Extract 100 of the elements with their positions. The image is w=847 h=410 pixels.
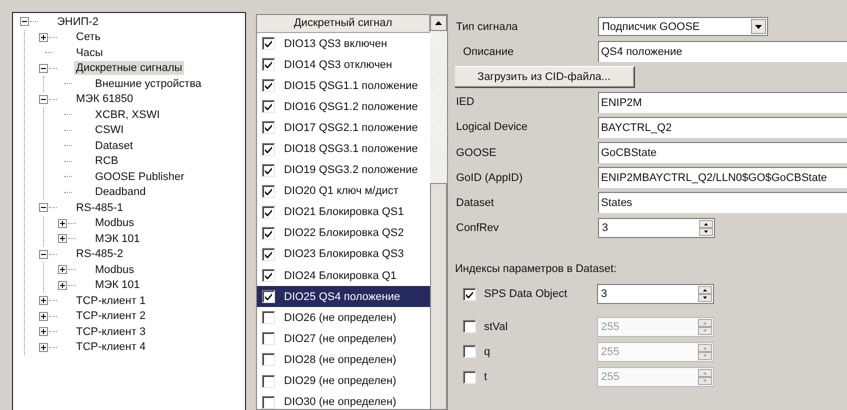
input-field[interactable]: GoCBState bbox=[598, 142, 847, 164]
expand-icon[interactable] bbox=[58, 265, 67, 274]
list-row[interactable]: DIO27 (не определен) bbox=[257, 328, 430, 350]
checkbox[interactable] bbox=[262, 100, 275, 114]
list-row[interactable]: DIO16 QSG1.2 положение bbox=[257, 96, 430, 118]
tree-item[interactable]: Внешние устройства bbox=[93, 76, 204, 91]
checkbox[interactable] bbox=[262, 332, 275, 346]
load-button[interactable]: Загрузить из CID-файла... bbox=[455, 66, 635, 88]
checkbox[interactable] bbox=[262, 79, 275, 92]
checkbox[interactable] bbox=[463, 288, 476, 301]
expand-icon[interactable] bbox=[39, 296, 48, 306]
input-field[interactable]: ENIP2M bbox=[598, 92, 847, 113]
tree-item[interactable]: RCB bbox=[93, 154, 120, 168]
tree-item[interactable]: GOOSE Publisher bbox=[93, 170, 186, 184]
tree-item[interactable]: CSWI bbox=[93, 123, 126, 138]
tree-item[interactable]: Dataset bbox=[93, 138, 135, 153]
checkbox[interactable] bbox=[262, 164, 275, 177]
list-row[interactable]: DIO20 Q1 ключ м/дист bbox=[257, 180, 430, 202]
scroll-up-icon[interactable] bbox=[430, 15, 447, 31]
tree-item[interactable]: Deadband bbox=[93, 185, 148, 200]
checkbox[interactable] bbox=[262, 184, 275, 198]
collapse-icon[interactable] bbox=[39, 94, 48, 104]
list-row[interactable]: DIO28 (не определен) bbox=[257, 349, 430, 370]
list-row[interactable]: DIO24 Блокировка Q1 bbox=[257, 265, 430, 286]
checkbox[interactable] bbox=[262, 269, 275, 282]
tree-item[interactable]: TCP-клиент 3 bbox=[74, 324, 148, 339]
list-row[interactable]: DIO17 QSG2.1 положение bbox=[257, 117, 430, 138]
list-row[interactable]: DIO18 QSG3.1 положение bbox=[257, 138, 430, 160]
expand-icon[interactable] bbox=[39, 32, 48, 42]
list-row[interactable]: DIO25 QS4 положение bbox=[257, 286, 430, 308]
spin-arrows-icon[interactable] bbox=[698, 286, 712, 302]
expand-icon[interactable] bbox=[39, 342, 48, 352]
tree-item[interactable]: Сеть bbox=[74, 30, 102, 44]
list-row[interactable]: DIO29 (не определен) bbox=[257, 370, 430, 392]
checkbox[interactable] bbox=[262, 311, 275, 324]
checkbox[interactable] bbox=[262, 206, 275, 219]
tree-item[interactable]: Часы bbox=[74, 46, 105, 60]
list-row[interactable]: DIO14 QS3 отключен bbox=[257, 54, 430, 76]
checkbox-label: q bbox=[484, 346, 490, 358]
expand-icon[interactable] bbox=[39, 312, 48, 321]
tree-item[interactable]: МЭК 61850 bbox=[74, 92, 136, 106]
input-field[interactable]: QS4 положение bbox=[598, 41, 847, 62]
spin-arrows-icon[interactable] bbox=[699, 220, 713, 236]
input-field[interactable]: ENIP2MBAYCTRL_Q2/LLN0$GO$GoCBState bbox=[598, 167, 847, 188]
tree-item[interactable]: Modbus bbox=[93, 216, 136, 230]
checkbox[interactable] bbox=[262, 121, 275, 134]
checkbox[interactable] bbox=[262, 290, 275, 304]
scrollbar[interactable] bbox=[430, 15, 447, 409]
checkbox[interactable] bbox=[463, 370, 476, 384]
check-mark-icon bbox=[264, 186, 273, 196]
row-label: DIO27 (не определен) bbox=[284, 332, 396, 345]
tree-item[interactable]: RS-485-2 bbox=[74, 247, 126, 262]
checkbox[interactable] bbox=[262, 374, 275, 388]
collapse-icon[interactable] bbox=[39, 250, 48, 259]
list-row[interactable]: DIO22 Блокировка QS2 bbox=[257, 222, 430, 244]
expand-icon[interactable] bbox=[58, 218, 67, 228]
tree-item[interactable]: Дискретные сигналы bbox=[74, 61, 184, 76]
checkbox[interactable] bbox=[262, 396, 275, 409]
check-mark-icon bbox=[264, 81, 273, 90]
column-header[interactable]: Дискретный сигнал bbox=[257, 15, 430, 33]
list-row[interactable]: DIO30 (не определен) bbox=[257, 392, 430, 409]
check-mark-icon bbox=[264, 60, 273, 70]
expand-icon[interactable] bbox=[39, 327, 48, 336]
list-row[interactable]: DIO13 QS3 включен bbox=[257, 33, 430, 54]
checkbox[interactable] bbox=[262, 248, 275, 261]
tree-item[interactable]: TCP-клиент 4 bbox=[74, 340, 148, 354]
tree-item[interactable]: ЭНИП-2 bbox=[55, 14, 100, 29]
spin-field[interactable]: 3 bbox=[598, 218, 715, 238]
list-row[interactable]: DIO19 QSG3.2 положение bbox=[257, 160, 430, 181]
tree-item[interactable]: TCP-клиент 2 bbox=[74, 309, 148, 324]
tree-item[interactable]: RS-485-1 bbox=[74, 200, 126, 215]
checkbox[interactable] bbox=[262, 353, 275, 366]
checkbox[interactable] bbox=[463, 345, 476, 358]
list-row[interactable]: DIO23 Блокировка QS3 bbox=[257, 244, 430, 266]
list-row[interactable]: DIO21 Блокировка QS1 bbox=[257, 202, 430, 223]
collapse-icon[interactable] bbox=[20, 17, 29, 26]
input-field[interactable]: States bbox=[598, 192, 847, 214]
collapse-icon[interactable] bbox=[39, 203, 48, 212]
spin-field[interactable]: 3 bbox=[597, 284, 714, 304]
checkbox[interactable] bbox=[463, 320, 476, 334]
tree-item[interactable]: МЭК 101 bbox=[93, 232, 142, 246]
list-row[interactable]: DIO15 QSG1.1 положение bbox=[257, 75, 430, 96]
check-mark-icon bbox=[264, 292, 273, 302]
checkbox[interactable] bbox=[262, 58, 275, 72]
expand-icon[interactable] bbox=[58, 280, 67, 290]
dropdown[interactable]: Подписчик GOOSE bbox=[598, 17, 768, 36]
tree-item[interactable]: XCBR, XSWI bbox=[93, 108, 162, 122]
checkbox[interactable] bbox=[262, 226, 275, 240]
collapse-icon[interactable] bbox=[39, 64, 48, 73]
expand-icon[interactable] bbox=[58, 234, 67, 244]
checkbox[interactable] bbox=[262, 37, 275, 50]
checkbox[interactable] bbox=[262, 142, 275, 156]
row-label: DIO30 (не определен) bbox=[284, 396, 396, 408]
row-label: DIO28 (не определен) bbox=[284, 354, 396, 366]
list-row[interactable]: DIO26 (не определен) bbox=[257, 307, 430, 328]
tree-item[interactable]: Modbus bbox=[93, 262, 136, 277]
input-field[interactable]: BAYCTRL_Q2 bbox=[598, 116, 847, 138]
field-label: ConfRev bbox=[455, 222, 500, 234]
tree-item[interactable]: TCP-клиент 1 bbox=[74, 294, 148, 308]
tree-item[interactable]: МЭК 101 bbox=[93, 278, 142, 292]
